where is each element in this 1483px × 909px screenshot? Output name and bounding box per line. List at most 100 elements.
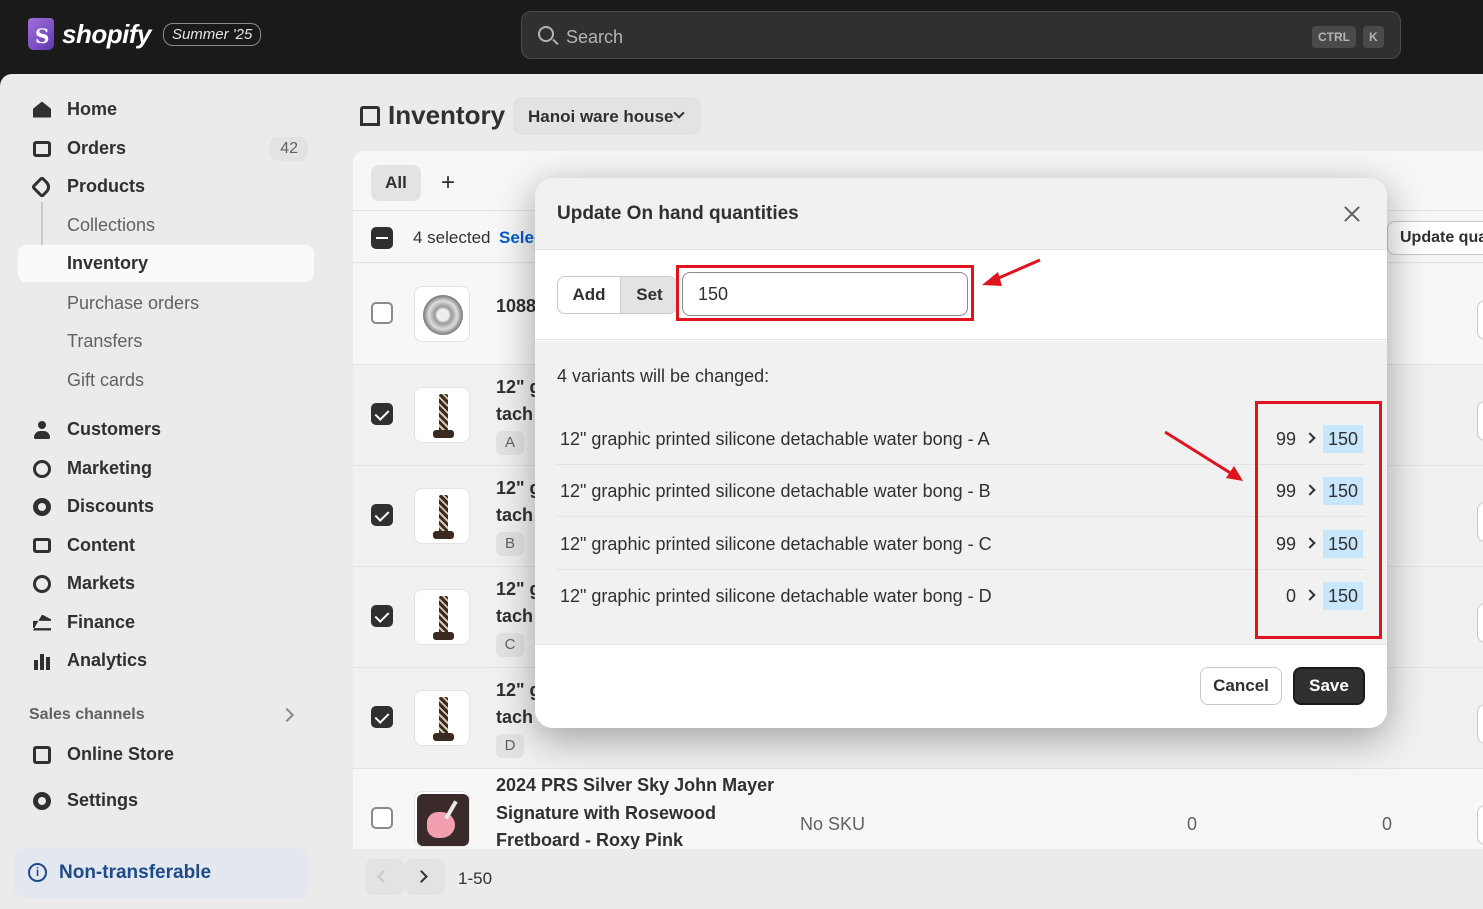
top-bar: S shopify Summer '25 Search CTRL K bbox=[0, 0, 1483, 74]
update-quantities-button[interactable]: Update qua bbox=[1387, 221, 1483, 255]
shopify-bag-icon: S bbox=[28, 18, 54, 50]
shortcut-ctrl: CTRL bbox=[1312, 26, 1356, 48]
quantity-field[interactable] bbox=[1477, 805, 1483, 845]
quantity-field[interactable] bbox=[1477, 300, 1483, 340]
quantity-field[interactable] bbox=[1477, 502, 1483, 542]
list-item: 12" graphic printed silicone detachable … bbox=[557, 465, 1365, 517]
product-name[interactable]: 1088 bbox=[496, 292, 536, 320]
row-checkbox[interactable] bbox=[371, 302, 393, 324]
product-name-line2[interactable]: tach bbox=[496, 703, 533, 731]
sidebar-item-transfers[interactable]: Transfers bbox=[18, 323, 314, 360]
chevron-down-icon bbox=[673, 107, 685, 119]
product-thumbnail bbox=[414, 488, 470, 544]
mode-set-button[interactable]: Set bbox=[620, 277, 676, 313]
modal-header: Update On hand quantities bbox=[535, 178, 1387, 250]
sidebar-item-label: Collections bbox=[67, 215, 156, 235]
product-thumbnail bbox=[414, 791, 470, 847]
sidebar-item-gift-cards[interactable]: Gift cards bbox=[18, 362, 314, 399]
sidebar-item-collections[interactable]: Collections bbox=[18, 207, 314, 244]
sidebar-item-marketing[interactable]: Marketing bbox=[18, 450, 314, 487]
mode-toggle: Add Set bbox=[557, 276, 677, 314]
sidebar-item-settings[interactable]: Settings bbox=[18, 782, 314, 819]
quantity-field[interactable] bbox=[1477, 401, 1483, 441]
variants-intro: 4 variants will be changed: bbox=[557, 366, 770, 386]
product-name[interactable]: 12" g bbox=[496, 676, 541, 704]
save-button[interactable]: Save bbox=[1293, 667, 1365, 705]
product-name[interactable]: 12" g bbox=[496, 575, 541, 603]
search-bar[interactable]: Search CTRL K bbox=[521, 11, 1401, 59]
quantity-field[interactable] bbox=[1477, 704, 1483, 744]
sidebar-item-markets[interactable]: Markets bbox=[18, 565, 314, 602]
cancel-button[interactable]: Cancel bbox=[1200, 667, 1282, 705]
brand-name: shopify bbox=[62, 18, 151, 49]
sales-channels-heading: Sales channels bbox=[29, 706, 145, 723]
sidebar-item-content[interactable]: Content bbox=[18, 527, 314, 564]
product-name-line2[interactable]: tach bbox=[496, 400, 533, 428]
sidebar-item-label: Settings bbox=[67, 790, 139, 810]
row-checkbox[interactable] bbox=[371, 807, 393, 829]
sidebar-item-analytics[interactable]: Analytics bbox=[18, 642, 314, 679]
row-checkbox[interactable] bbox=[371, 403, 393, 425]
shopify-logo[interactable]: S shopify Summer '25 bbox=[28, 18, 262, 50]
sidebar-item-finance[interactable]: Finance bbox=[18, 604, 314, 641]
product-name-line2[interactable]: Signature with Rosewood bbox=[496, 799, 716, 827]
sidebar-item-label: Home bbox=[67, 99, 118, 119]
sidebar-item-customers[interactable]: Customers bbox=[18, 411, 314, 448]
sidebar-item-online-store[interactable]: Online Store bbox=[18, 736, 314, 773]
sidebar-item-products[interactable]: Products bbox=[18, 168, 314, 205]
sidebar-item-label: Markets bbox=[67, 573, 136, 593]
sidebar-item-label: Discounts bbox=[67, 496, 155, 516]
non-transferable-label: Non-transferable bbox=[59, 862, 212, 883]
orders-icon bbox=[32, 139, 52, 159]
product-thumbnail bbox=[414, 690, 470, 746]
product-name[interactable]: 12" g bbox=[496, 373, 541, 401]
row-checkbox[interactable] bbox=[371, 605, 393, 627]
sidebar-item-discounts[interactable]: Discounts bbox=[18, 488, 314, 525]
tag-icon bbox=[30, 175, 54, 198]
sku-cell: No SKU bbox=[800, 814, 866, 834]
person-icon bbox=[32, 420, 52, 440]
pagination: 1-50 bbox=[353, 849, 1483, 909]
globe-icon bbox=[32, 574, 52, 594]
product-name[interactable]: 2024 PRS Silver Sky John Mayer bbox=[496, 771, 774, 799]
add-view-button[interactable]: + bbox=[441, 169, 455, 197]
product-name-line2[interactable]: tach bbox=[496, 602, 533, 630]
annotation-highlight-box bbox=[676, 265, 974, 321]
sidebar-item-label: Inventory bbox=[67, 253, 149, 273]
mode-add-button[interactable]: Add bbox=[558, 277, 620, 313]
sidebar-item-label: Products bbox=[67, 176, 146, 196]
location-label: Hanoi ware house bbox=[528, 107, 674, 126]
sidebar-item-orders[interactable]: Orders 42 bbox=[18, 130, 314, 167]
variant-badge: D bbox=[496, 734, 524, 758]
info-icon: i bbox=[28, 863, 47, 882]
select-all-checkbox[interactable] bbox=[371, 227, 393, 249]
non-transferable-banner[interactable]: i Non-transferable bbox=[14, 848, 308, 898]
modal-footer: Cancel Save bbox=[535, 645, 1387, 728]
product-thumbnail bbox=[414, 286, 470, 342]
variant-badge: B bbox=[496, 532, 524, 556]
sidebar-item-purchase-orders[interactable]: Purchase orders bbox=[18, 285, 314, 322]
tab-all[interactable]: All bbox=[371, 165, 421, 201]
gear-icon bbox=[32, 791, 52, 811]
row-checkbox[interactable] bbox=[371, 504, 393, 526]
building-icon bbox=[360, 105, 380, 126]
location-selector[interactable]: Hanoi ware house bbox=[513, 97, 701, 135]
row-checkbox[interactable] bbox=[371, 706, 393, 728]
product-name[interactable]: 12" g bbox=[496, 474, 541, 502]
sidebar-item-label: Online Store bbox=[67, 744, 175, 764]
variant-badge: A bbox=[496, 431, 524, 455]
sidebar-item-label: Orders bbox=[67, 138, 127, 158]
sidebar-item-inventory[interactable]: Inventory bbox=[18, 245, 314, 282]
sidebar-item-label: Analytics bbox=[67, 650, 148, 670]
product-thumbnail bbox=[414, 589, 470, 645]
chevron-right-icon[interactable] bbox=[279, 707, 295, 723]
discount-icon bbox=[32, 497, 52, 517]
next-page-button[interactable] bbox=[405, 859, 445, 895]
table-row[interactable]: 2024 PRS Silver Sky John Mayer Signature… bbox=[353, 769, 1483, 859]
sidebar-item-home[interactable]: Home bbox=[18, 91, 314, 128]
close-icon[interactable] bbox=[1340, 202, 1364, 226]
product-name-line2[interactable]: tach bbox=[496, 501, 533, 529]
search-placeholder: Search bbox=[566, 27, 624, 47]
previous-page-button[interactable] bbox=[365, 859, 405, 895]
quantity-field[interactable] bbox=[1477, 603, 1483, 643]
